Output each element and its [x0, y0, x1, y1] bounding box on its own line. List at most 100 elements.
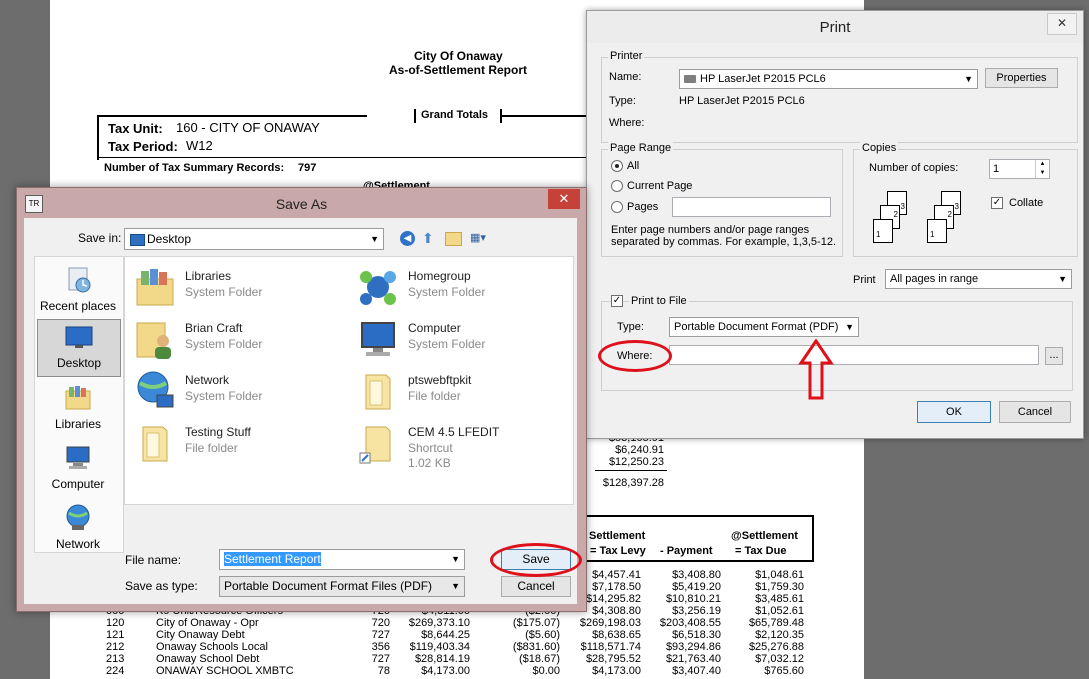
file-type: System Folder — [185, 389, 263, 403]
stepper-arrows[interactable]: ▲ ▼ — [1035, 160, 1049, 178]
file-type: System Folder — [408, 285, 486, 299]
ok-button[interactable]: OK — [917, 401, 991, 423]
report-cell: 727 — [371, 653, 390, 665]
divider — [595, 470, 667, 471]
file-name: Network — [185, 373, 230, 387]
place-desktop[interactable]: Desktop — [37, 319, 121, 377]
places-bar: Recent places Desktop Libraries Computer… — [34, 256, 124, 553]
radio-pages[interactable] — [611, 201, 623, 213]
place-label: Desktop — [56, 356, 102, 370]
file-type-select[interactable]: Portable Document Format (PDF) ▼ — [669, 317, 859, 337]
print-select[interactable]: All pages in range ▼ — [885, 269, 1072, 289]
save-type-select[interactable]: Portable Document Format Files (PDF) ▼ — [219, 576, 465, 597]
mid-value: $12,250.23 — [608, 456, 664, 468]
save-in-select[interactable]: Desktop ▼ — [124, 228, 384, 250]
print-to-file-label: Print to File — [629, 295, 689, 307]
list-item[interactable]: CEM 4.5 LFEDIT Shortcut 1.02 KB — [352, 419, 562, 481]
libraries-icon — [136, 269, 174, 306]
type-label: Type: — [609, 95, 636, 107]
report-cell: 121 — [106, 629, 125, 641]
cancel-button[interactable]: Cancel — [501, 576, 571, 597]
report-cell: ONAWAY SCHOOL XMBTC — [156, 665, 294, 677]
annotation-arrow-icon — [798, 339, 834, 400]
place-label: Computer — [51, 477, 105, 491]
place-libraries[interactable]: Libraries — [37, 381, 119, 437]
list-item[interactable]: Brian Craft System Folder — [129, 315, 339, 363]
file-type: File folder — [408, 389, 461, 403]
report-cell: $28,795.52 — [585, 653, 641, 665]
cell: $1,759.30 — [755, 581, 804, 593]
close-button[interactable]: ✕ — [548, 189, 580, 209]
browse-button[interactable]: ... — [1045, 347, 1063, 365]
report-cell: 727 — [371, 629, 390, 641]
col-settlement: Settlement — [589, 530, 646, 542]
list-item[interactable]: Computer System Folder — [352, 315, 562, 363]
cell: $3,485.61 — [755, 593, 804, 605]
view-menu-icon[interactable]: ▦▾ — [470, 231, 494, 245]
tax-period-value: W12 — [186, 138, 213, 153]
properties-button[interactable]: Properties — [985, 68, 1058, 88]
report-cell: Onaway School Debt — [156, 653, 260, 665]
user-folder-icon — [136, 322, 171, 359]
tax-unit-value: 160 - CITY OF ONAWAY — [176, 120, 320, 135]
close-button[interactable]: ✕ — [1047, 13, 1077, 35]
print-to-file-checkbox[interactable]: ✓ — [611, 295, 623, 307]
collate-checkbox[interactable]: ✓ — [991, 197, 1003, 209]
back-icon[interactable]: ◀ — [400, 231, 415, 246]
place-computer[interactable]: Computer — [37, 441, 119, 497]
cancel-button[interactable]: Cancel — [999, 401, 1071, 423]
list-item[interactable]: Testing Stuff File folder — [129, 419, 339, 467]
col-payment: - Payment — [660, 545, 713, 557]
place-label: Recent places — [39, 299, 117, 313]
place-recent[interactable]: Recent places — [37, 263, 119, 319]
save-type-value: Portable Document Format Files (PDF) — [224, 579, 433, 593]
file-where-input[interactable] — [669, 345, 1039, 365]
report-subtitle: As-of-Settlement Report — [389, 63, 528, 77]
place-network[interactable]: Network — [37, 501, 119, 557]
chevron-down-icon: ▼ — [451, 554, 460, 564]
list-item[interactable]: Homegroup System Folder — [352, 263, 562, 311]
desktop-icon — [130, 234, 145, 246]
recent-places-icon — [68, 267, 91, 293]
radio-all[interactable] — [611, 160, 623, 172]
col-tax-levy: = Tax Levy — [590, 545, 646, 557]
file-name: CEM 4.5 LFEDIT — [408, 425, 500, 439]
where-label: Where: — [609, 117, 645, 129]
cell: $3,408.80 — [672, 569, 721, 581]
homegroup-icon — [360, 271, 396, 305]
report-cell: 213 — [106, 653, 125, 665]
file-name: Computer — [408, 321, 461, 335]
place-label: Libraries — [54, 417, 102, 431]
print-title: Print — [819, 19, 851, 36]
save-as-body: Save in: Desktop ▼ ◀ ⬆ ▦▾ Recent places … — [24, 218, 577, 604]
file-type: System Folder — [185, 285, 263, 299]
cell: $5,419.20 — [672, 581, 721, 593]
file-size: 1.02 KB — [408, 456, 451, 470]
new-folder-icon[interactable] — [445, 232, 462, 246]
report-cell: $118,571.74 — [580, 641, 641, 653]
print-dialog: Print ✕ Printer Name: HP LaserJet P2015 … — [586, 10, 1084, 439]
chevron-down-icon: ▼ — [451, 581, 460, 591]
collate-label: Collate — [1009, 197, 1044, 209]
annotation-circle — [490, 543, 582, 577]
divider — [502, 115, 592, 117]
pages-input[interactable] — [672, 197, 831, 217]
report-cell: City Onaway Debt — [156, 629, 245, 641]
radio-current-page[interactable] — [611, 180, 623, 192]
list-item[interactable]: Network System Folder — [129, 367, 339, 415]
report-cell: 720 — [371, 617, 390, 629]
network-icon — [66, 504, 90, 530]
file-type: System Folder — [408, 337, 486, 351]
file-type-label: Type: — [617, 321, 644, 333]
report-cell: $8,638.65 — [592, 629, 641, 641]
report-cell: $7,032.12 — [755, 653, 804, 665]
file-type: File folder — [185, 441, 238, 455]
cell: $10,810.21 — [665, 593, 721, 605]
list-item[interactable]: ptswebftpkit File folder — [352, 367, 562, 415]
up-folder-icon[interactable]: ⬆ — [422, 230, 438, 246]
printer-select[interactable]: HP LaserJet P2015 PCL6 ▼ — [679, 69, 978, 89]
copies-stepper[interactable]: 1 ▲ ▼ — [989, 159, 1050, 179]
list-item[interactable]: Libraries System Folder — [129, 263, 339, 311]
col-at-settlement: @Settlement — [731, 530, 798, 542]
file-name-input[interactable]: Settlement Report ▼ — [219, 549, 465, 570]
